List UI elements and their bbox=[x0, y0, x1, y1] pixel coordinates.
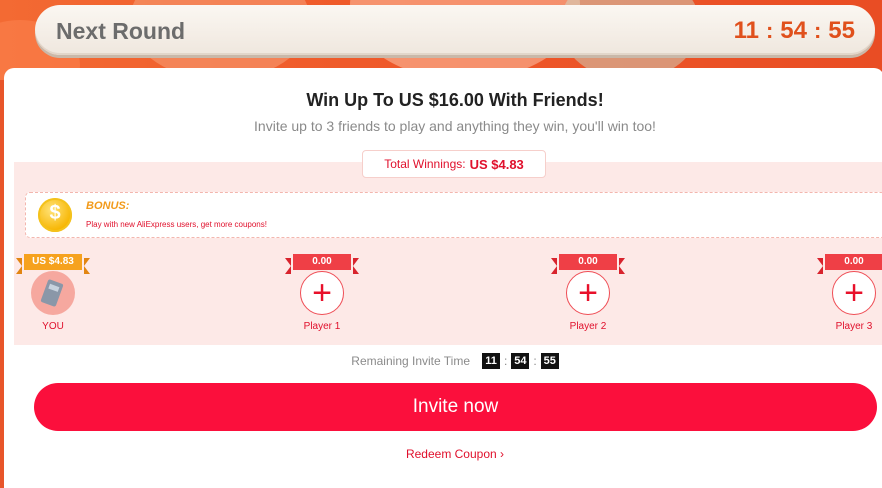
panel-subheading: Invite up to 3 friends to play and anyth… bbox=[254, 118, 656, 134]
amount-ribbon: US $4.83 bbox=[16, 254, 90, 274]
panel-heading: Win Up To US $16.00 With Friends! bbox=[306, 90, 604, 110]
total-winnings-badge: Total Winnings: US $4.83 bbox=[362, 150, 546, 178]
device-icon bbox=[40, 278, 64, 308]
add-friend-icon[interactable]: + bbox=[300, 271, 344, 315]
redeem-coupon-link[interactable]: Redeem Coupon › bbox=[4, 447, 882, 461]
round-countdown: 11 : 54 : 55 bbox=[734, 17, 855, 45]
amount-ribbon: 0.00 bbox=[551, 254, 625, 274]
bonus-title: BONUS: bbox=[86, 200, 130, 212]
player-label: Player 3 bbox=[835, 321, 873, 332]
round-seconds: 55 bbox=[828, 17, 855, 44]
timer-separator: : bbox=[813, 18, 822, 43]
winnings-value: US $4.83 bbox=[469, 156, 524, 172]
player-label: Player 1 bbox=[303, 321, 341, 332]
player-slot-2[interactable]: 0.00 + Player 2 bbox=[551, 254, 625, 332]
add-friend-icon[interactable]: + bbox=[566, 271, 610, 315]
timer-separator: : bbox=[533, 354, 537, 368]
avatar bbox=[31, 271, 75, 315]
round-hours: 11 bbox=[733, 17, 759, 44]
next-round-title: Next Round bbox=[56, 18, 186, 44]
remaining-invite-time: Remaining Invite Time 11 : 54 : 55 bbox=[4, 353, 882, 369]
invite-now-button[interactable]: Invite now bbox=[34, 383, 877, 431]
player-slot-3[interactable]: 0.00 + Player 3 bbox=[817, 254, 882, 332]
invite-seconds: 55 bbox=[540, 353, 559, 369]
invite-panel: Win Up To US $16.00 With Friends! Invite… bbox=[4, 68, 882, 488]
round-minutes: 54 bbox=[780, 17, 807, 44]
players-area bbox=[14, 162, 882, 345]
player-slot-you: US $4.83 YOU bbox=[16, 254, 90, 332]
winnings-label: Total Winnings: bbox=[384, 157, 466, 171]
bonus-banner: BONUS: Play with new AliExpress users, g… bbox=[25, 192, 882, 238]
amount-ribbon: 0.00 bbox=[817, 254, 882, 274]
player-label: YOU bbox=[42, 321, 64, 332]
timer-separator: : bbox=[504, 354, 508, 368]
redeem-label[interactable]: Redeem Coupon bbox=[406, 447, 497, 461]
next-round-bar: Next Round 11 : 54 : 55 bbox=[35, 5, 875, 55]
amount-ribbon: 0.00 bbox=[285, 254, 359, 274]
chevron-right-icon: › bbox=[500, 447, 505, 461]
bonus-text: Play with new AliExpress users, get more… bbox=[86, 220, 267, 229]
player-label: Player 2 bbox=[569, 321, 607, 332]
timer-separator: : bbox=[765, 18, 774, 43]
add-friend-icon[interactable]: + bbox=[832, 271, 876, 315]
remaining-label: Remaining Invite Time bbox=[351, 354, 471, 368]
invite-minutes: 54 bbox=[511, 353, 530, 369]
invite-hours: 11 bbox=[482, 353, 501, 369]
coin-icon bbox=[38, 198, 72, 232]
player-slot-1[interactable]: 0.00 + Player 1 bbox=[285, 254, 359, 332]
